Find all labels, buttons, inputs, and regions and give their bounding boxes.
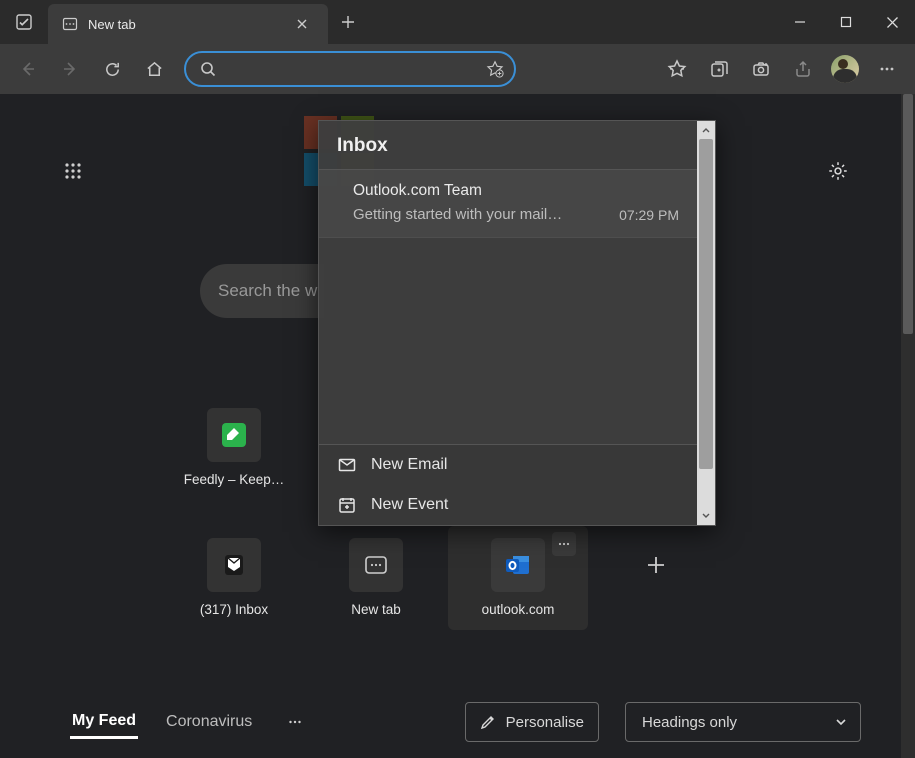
quicklink-outlook[interactable]: outlook.com [448, 538, 588, 617]
personalise-label: Personalise [506, 714, 584, 731]
grid-icon [63, 161, 83, 181]
new-email-label: New Email [371, 456, 447, 474]
address-input[interactable] [226, 61, 476, 77]
quicklink-newtab[interactable]: New tab [306, 538, 446, 617]
tab-close-button[interactable] [288, 10, 316, 38]
camera-icon [751, 59, 771, 79]
profile-button[interactable] [825, 49, 865, 89]
page-settings-button[interactable] [821, 154, 855, 188]
titlebar: New tab [0, 0, 915, 44]
minimize-icon [794, 16, 806, 28]
maximize-icon [840, 16, 852, 28]
gear-icon [827, 160, 849, 182]
back-button[interactable] [8, 49, 48, 89]
newtab-tile-icon [349, 538, 403, 592]
new-event-label: New Event [371, 496, 448, 514]
window-close-button[interactable] [869, 0, 915, 44]
feed-bar: My Feed Coronavirus Personalise Headings… [70, 700, 861, 744]
quicklink-feedly[interactable]: Feedly – Keep… [164, 408, 304, 487]
mail-icon [337, 455, 357, 475]
avatar-icon [831, 55, 859, 83]
scrollbar-thumb[interactable] [699, 139, 713, 469]
scroll-down-button[interactable] [697, 507, 715, 525]
refresh-icon [103, 60, 122, 79]
tab-actions-icon [15, 13, 33, 31]
new-event-button[interactable]: New Event [319, 485, 697, 525]
web-search-box[interactable]: Search the w [200, 264, 324, 318]
outlook-flyout: Inbox Outlook.com Team Getting started w… [318, 120, 716, 526]
quicklink-label: Feedly – Keep… [169, 472, 299, 487]
share-icon [793, 59, 813, 79]
toolbar [0, 44, 915, 94]
app-launcher-button[interactable] [56, 154, 90, 188]
new-email-button[interactable]: New Email [319, 445, 697, 485]
arrow-left-icon [18, 59, 38, 79]
plus-icon [629, 538, 683, 592]
mail-time: 07:29 PM [619, 207, 679, 223]
favorites-button[interactable] [657, 49, 697, 89]
more-icon [287, 714, 303, 730]
screenshot-button[interactable] [741, 49, 781, 89]
new-tab-button[interactable] [328, 0, 368, 44]
scrollbar-thumb[interactable] [903, 94, 913, 334]
window-maximize-button[interactable] [823, 0, 869, 44]
close-icon [296, 18, 308, 30]
flyout-mail-item[interactable]: Outlook.com Team Getting started with yo… [319, 170, 697, 238]
quicklink-label: (317) Inbox [169, 602, 299, 617]
tab-actions-button[interactable] [0, 0, 48, 44]
personalise-button[interactable]: Personalise [465, 702, 599, 742]
browser-window: New tab [0, 0, 915, 758]
close-icon [886, 16, 899, 29]
favorite-add-icon[interactable] [486, 60, 504, 78]
pencil-icon [480, 714, 496, 730]
outlook-icon [491, 538, 545, 592]
address-bar[interactable] [184, 51, 516, 87]
search-icon [200, 61, 216, 77]
page-scrollbar[interactable] [901, 94, 915, 758]
quicklink-label: New tab [311, 602, 441, 617]
quicklink-inbox[interactable]: (317) Inbox [164, 538, 304, 617]
feed-more-button[interactable] [280, 707, 310, 737]
quicklink-label: outlook.com [453, 602, 583, 617]
arrow-right-icon [60, 59, 80, 79]
home-icon [145, 60, 164, 79]
feed-tab-coronavirus[interactable]: Coronavirus [164, 707, 254, 737]
refresh-button[interactable] [92, 49, 132, 89]
mail-sender: Outlook.com Team [353, 182, 679, 200]
web-search-placeholder: Search the w [218, 281, 317, 301]
inbox-icon [207, 538, 261, 592]
plus-icon [341, 15, 355, 29]
quicklink-add[interactable] [586, 538, 726, 592]
feedly-icon [207, 408, 261, 462]
menu-button[interactable] [867, 49, 907, 89]
forward-button[interactable] [50, 49, 90, 89]
calendar-add-icon [337, 495, 357, 515]
window-minimize-button[interactable] [777, 0, 823, 44]
layout-select[interactable]: Headings only [625, 702, 861, 742]
flyout-scrollbar[interactable] [697, 121, 715, 525]
tab-page-icon [62, 16, 78, 32]
tab-title: New tab [88, 17, 278, 32]
share-button[interactable] [783, 49, 823, 89]
browser-tab[interactable]: New tab [48, 4, 328, 44]
chevron-down-icon [834, 715, 848, 729]
home-button[interactable] [134, 49, 174, 89]
more-icon [877, 59, 897, 79]
star-icon [667, 59, 687, 79]
feed-tab-myfeed[interactable]: My Feed [70, 706, 138, 739]
layout-select-label: Headings only [642, 714, 737, 731]
mail-subject: Getting started with your mail… [353, 206, 562, 223]
scroll-up-button[interactable] [697, 121, 715, 139]
collections-icon [709, 59, 729, 79]
collections-button[interactable] [699, 49, 739, 89]
flyout-header: Inbox [319, 121, 697, 170]
